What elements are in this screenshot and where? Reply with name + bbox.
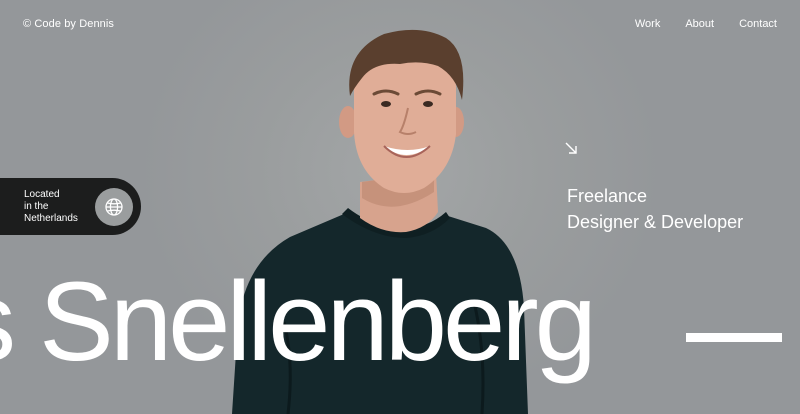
role-line: Freelance <box>567 186 648 206</box>
location-text: Located in the Netherlands <box>24 189 84 225</box>
name-marquee: s Snellenberg <box>0 259 597 384</box>
role-title: Freelance Designer & Developer <box>567 183 743 235</box>
nav-link-about[interactable]: About <box>685 18 714 30</box>
hero-section: © Code by Dennis Work About Contact Loca… <box>0 0 800 414</box>
nav-link-contact[interactable]: Contact <box>739 18 777 30</box>
location-line: in the <box>24 201 49 212</box>
arrow-down-right-icon <box>565 142 577 154</box>
globe-icon <box>95 188 133 226</box>
location-line: Located <box>24 189 60 200</box>
location-badge: Located in the Netherlands <box>0 178 141 235</box>
location-line: Netherlands <box>24 213 78 224</box>
brand-logo[interactable]: © Code by Dennis <box>23 18 114 30</box>
role-line: Designer & Developer <box>567 212 744 232</box>
marquee-dash <box>686 333 782 342</box>
main-nav: Work About Contact <box>635 18 777 30</box>
nav-link-work[interactable]: Work <box>635 18 660 30</box>
